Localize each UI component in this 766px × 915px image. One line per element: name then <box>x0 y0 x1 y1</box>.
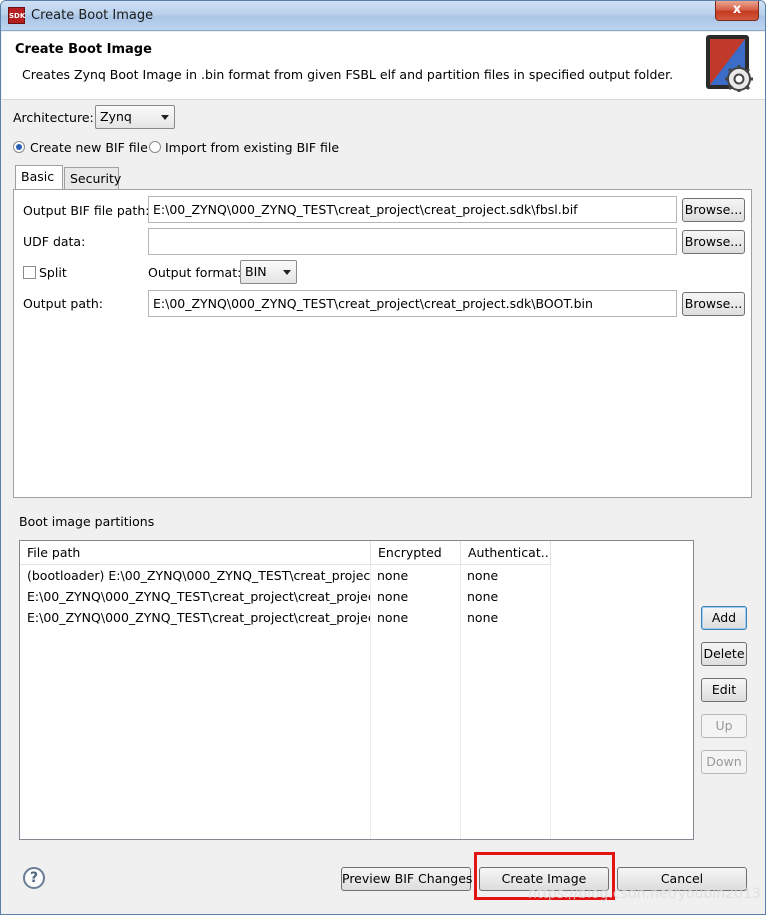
architecture-select[interactable]: Zynq <box>95 105 175 129</box>
architecture-value: Zynq <box>100 109 132 124</box>
create-new-bif-label[interactable]: Create new BIF file <box>30 140 148 155</box>
table-row-encrypted[interactable]: none <box>370 586 460 607</box>
edit-partition-button[interactable]: Edit <box>701 678 747 702</box>
watermark: https://blog.csdn.net/youbin2013 <box>528 886 761 902</box>
add-partition-button[interactable]: Add <box>701 606 747 630</box>
table-row-authentication[interactable]: none <box>460 565 550 586</box>
output-format-label: Output format: <box>148 265 242 280</box>
table-row-file-path[interactable]: E:\00_ZYNQ\000_ZYNQ_TEST\creat_project\c… <box>20 586 370 607</box>
move-down-button[interactable]: Down <box>701 750 747 774</box>
create-new-bif-radio[interactable] <box>13 141 25 153</box>
tab-security[interactable]: Security <box>64 167 121 189</box>
table-row-file-path[interactable]: (bootloader) E:\00_ZYNQ\000_ZYNQ_TEST\cr… <box>20 565 370 586</box>
split-checkbox[interactable] <box>23 266 36 279</box>
output-format-value: BIN <box>245 264 267 279</box>
create-boot-image-dialog: SDK Create Boot Image x Create Boot Imag… <box>0 0 766 915</box>
output-path-label: Output path: <box>23 296 104 311</box>
split-label[interactable]: Split <box>39 265 67 280</box>
architecture-label: Architecture: <box>13 110 94 125</box>
udf-data-label: UDF data: <box>23 234 86 249</box>
output-bif-field[interactable]: E:\00_ZYNQ\000_ZYNQ_TEST\creat_project\c… <box>148 196 677 223</box>
udf-data-browse-button[interactable]: Browse... <box>682 230 745 254</box>
output-path-browse-button[interactable]: Browse... <box>682 292 745 316</box>
table-row-encrypted[interactable]: none <box>370 565 460 586</box>
table-row-authentication[interactable]: none <box>460 586 550 607</box>
table-row-authentication[interactable]: none <box>460 607 550 628</box>
import-bif-radio[interactable] <box>149 141 161 153</box>
tab-basic[interactable]: Basic <box>15 165 63 189</box>
table-row-encrypted[interactable]: none <box>370 607 460 628</box>
output-bif-label: Output BIF file path: <box>23 203 150 218</box>
sdk-app-icon: SDK <box>8 7 25 24</box>
column-divider <box>550 565 551 839</box>
chevron-down-icon <box>283 270 291 275</box>
help-icon[interactable]: ? <box>23 867 45 889</box>
column-header-encrypted[interactable]: Encrypted <box>371 541 461 565</box>
import-bif-label[interactable]: Import from existing BIF file <box>165 140 339 155</box>
chevron-down-icon <box>161 115 169 120</box>
column-header-authenticated[interactable]: Authenticat... <box>461 541 551 565</box>
window-title: Create Boot Image <box>31 8 154 23</box>
output-bif-browse-button[interactable]: Browse... <box>682 198 745 222</box>
delete-partition-button[interactable]: Delete <box>701 642 747 666</box>
basic-tab-panel: Output BIF file path: E:\00_ZYNQ\000_ZYN… <box>13 189 752 498</box>
close-button[interactable]: x <box>715 1 759 21</box>
title-bar: SDK Create Boot Image x <box>1 1 765 31</box>
dialog-header: Create Boot Image Creates Zynq Boot Imag… <box>2 32 765 100</box>
preview-bif-changes-button[interactable]: Preview BIF Changes <box>341 867 472 891</box>
header-title: Create Boot Image <box>15 42 152 57</box>
table-row-file-path[interactable]: E:\00_ZYNQ\000_ZYNQ_TEST\creat_project\c… <box>20 607 370 628</box>
partitions-section-label: Boot image partitions <box>19 514 155 529</box>
output-format-select[interactable]: BIN <box>240 260 297 284</box>
move-up-button[interactable]: Up <box>701 714 747 738</box>
udf-data-field[interactable] <box>148 228 677 255</box>
partitions-table[interactable]: File path Encrypted Authenticat... (boot… <box>19 540 694 840</box>
output-path-field[interactable]: E:\00_ZYNQ\000_ZYNQ_TEST\creat_project\c… <box>148 290 677 317</box>
column-header-file-path[interactable]: File path <box>20 541 371 565</box>
header-description: Creates Zynq Boot Image in .bin format f… <box>22 67 674 82</box>
boot-image-gear-icon <box>706 35 753 92</box>
